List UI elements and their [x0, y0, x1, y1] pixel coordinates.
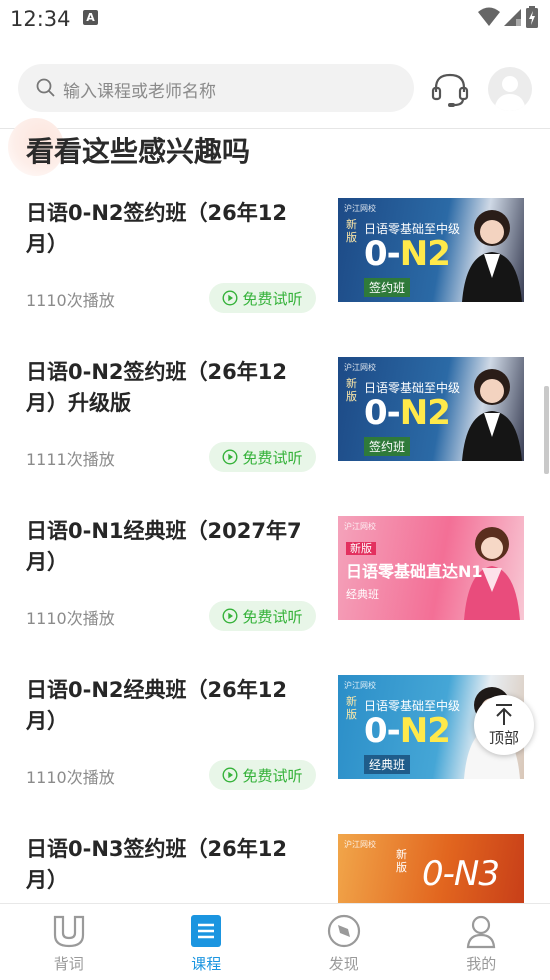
headset-icon[interactable] — [430, 70, 470, 110]
course-plays: 1111次播放 — [26, 446, 115, 470]
course-item[interactable]: 日语0-N2经典班（26年12月） 1110次播放 免费试听 沪江网校 新版 日… — [0, 675, 550, 835]
course-plays: 1110次播放 — [26, 764, 115, 788]
thumb-tag: 签约班 — [364, 278, 410, 297]
tab-label: 我的 — [466, 953, 496, 974]
battery-icon — [526, 6, 538, 28]
free-trial-button[interactable]: 免费试听 — [209, 442, 316, 472]
free-trial-label: 免费试听 — [242, 288, 302, 309]
wifi-icon — [478, 7, 500, 27]
avatar[interactable] — [488, 67, 532, 111]
thumb-subtitle: 日语零基础直达N1 — [346, 558, 483, 582]
tab-label: 发现 — [329, 953, 359, 974]
play-circle-icon — [222, 608, 238, 624]
course-title: 日语0-N2签约班（26年12月） — [26, 198, 316, 260]
arrow-up-icon — [492, 702, 516, 726]
thumb-new-badge: 新版 — [346, 218, 362, 244]
course-plays: 1110次播放 — [26, 605, 115, 629]
teacher-illustration-icon — [454, 198, 524, 302]
play-circle-icon — [222, 290, 238, 306]
free-trial-label: 免费试听 — [242, 765, 302, 786]
tab-label: 课程 — [191, 953, 221, 974]
thumb-tag: 签约班 — [364, 437, 410, 456]
course-item[interactable]: 日语0-N2签约班（26年12月） 1110次播放 免费试听 沪江网校 新版 日… — [0, 198, 550, 358]
section-title: 看看这些感兴趣吗 — [26, 130, 250, 170]
thumb-new-badge: 新版 — [396, 848, 412, 874]
free-trial-button[interactable]: 免费试听 — [209, 283, 316, 313]
thumb-level: 0-N3 — [422, 854, 499, 894]
course-item[interactable]: 日语0-N3签约班（26年12月） 沪江网校 新版 0-N3 — [0, 834, 550, 903]
flashcard-icon — [51, 913, 87, 949]
search-input[interactable]: 输入课程或老师名称 — [18, 64, 414, 112]
back-to-top-button[interactable]: 顶部 — [474, 695, 534, 755]
thumb-logo: 沪江网校 — [344, 680, 376, 691]
status-icons — [478, 6, 538, 28]
course-thumbnail[interactable]: 沪江网校 新版 日语零基础至中级 0-N2 签约班 — [338, 198, 524, 302]
bottom-tab-bar: 背词 课程 发现 我的 — [0, 903, 550, 980]
play-circle-icon — [222, 767, 238, 783]
free-trial-button[interactable]: 免费试听 — [209, 760, 316, 790]
header-divider — [0, 128, 550, 129]
person-icon — [463, 913, 499, 949]
free-trial-button[interactable]: 免费试听 — [209, 601, 316, 631]
thumb-new-badge: 新版 — [346, 377, 362, 403]
signal-icon — [504, 7, 522, 27]
status-time: 12:34 — [10, 7, 71, 31]
thumb-tag: 经典班 — [346, 586, 379, 602]
thumb-level: 0-N2 — [364, 234, 450, 274]
course-title: 日语0-N3签约班（26年12月） — [26, 834, 316, 896]
free-trial-label: 免费试听 — [242, 447, 302, 468]
scrollbar[interactable] — [544, 386, 549, 474]
thumb-new-badge: 新版 — [346, 695, 362, 721]
search-placeholder: 输入课程或老师名称 — [63, 77, 216, 102]
play-circle-icon — [222, 449, 238, 465]
course-item[interactable]: 日语0-N1经典班（2027年7月） 1110次播放 免费试听 沪江网校 新版 … — [0, 516, 550, 676]
thumb-level: 0-N2 — [364, 711, 450, 751]
tab-courses[interactable]: 课程 — [138, 904, 276, 980]
teacher-illustration-icon — [454, 357, 524, 461]
thumb-logo: 沪江网校 — [344, 203, 376, 214]
course-title: 日语0-N2经典班（26年12月） — [26, 675, 316, 737]
thumb-new-badge: 新版 — [346, 542, 376, 555]
header: 输入课程或老师名称 — [0, 55, 550, 125]
thumb-level: 0-N2 — [364, 393, 450, 433]
course-item[interactable]: 日语0-N2签约班（26年12月）升级版 1111次播放 免费试听 沪江网校 新… — [0, 357, 550, 517]
default-avatar-icon — [488, 67, 532, 111]
tab-words[interactable]: 背词 — [0, 904, 138, 980]
tab-label: 背词 — [54, 953, 84, 974]
notification-badge-icon: A — [83, 10, 98, 25]
course-title: 日语0-N2签约班（26年12月）升级版 — [26, 357, 316, 419]
thumb-logo: 沪江网校 — [344, 362, 376, 373]
course-thumbnail[interactable]: 沪江网校 新版 日语零基础至中级 0-N2 签约班 — [338, 357, 524, 461]
thumb-logo: 沪江网校 — [344, 839, 376, 850]
course-thumbnail[interactable]: 沪江网校 新版 0-N3 — [338, 834, 524, 903]
course-icon — [189, 913, 223, 949]
free-trial-label: 免费试听 — [242, 606, 302, 627]
search-icon — [36, 77, 56, 99]
course-title: 日语0-N1经典班（2027年7月） — [26, 516, 316, 578]
course-plays: 1110次播放 — [26, 287, 115, 311]
tab-discover[interactable]: 发现 — [275, 904, 413, 980]
compass-icon — [326, 913, 362, 949]
back-to-top-label: 顶部 — [489, 727, 519, 748]
tab-mine[interactable]: 我的 — [413, 904, 550, 980]
thumb-logo: 沪江网校 — [344, 521, 376, 532]
thumb-tag: 经典班 — [364, 755, 410, 774]
course-thumbnail[interactable]: 沪江网校 新版 日语零基础直达N1 经典班 — [338, 516, 524, 620]
status-bar: 12:34 A — [0, 0, 550, 40]
